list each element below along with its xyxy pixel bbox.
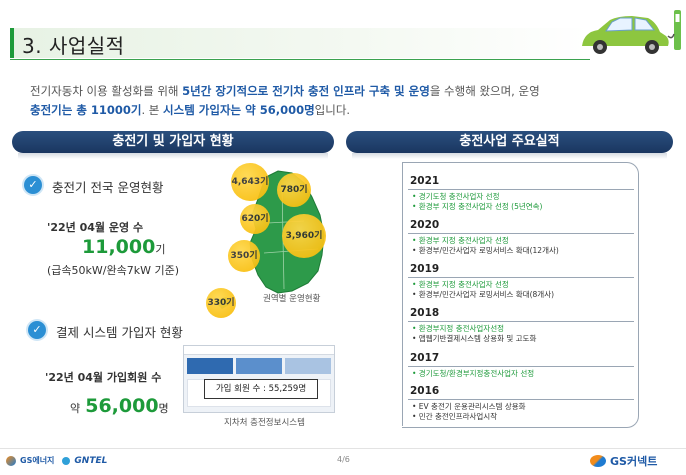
- screenshot-block: [187, 358, 233, 374]
- timeline-rail: [402, 162, 403, 426]
- region-bubble: 3,960기: [282, 214, 326, 258]
- page-title: 3. 사업실적: [22, 34, 125, 58]
- timeline-item: • 앱웹기반결제시스템 상용화 및 고도화: [412, 334, 537, 343]
- region-bubble: 330기: [206, 288, 236, 318]
- intro-text-1: 전기자동차 이용 활성화를 위해: [30, 84, 183, 98]
- charger-count-unit: 기: [155, 243, 166, 256]
- gntel-logo: GNTEL: [74, 455, 108, 466]
- member-date-label: '22년 04월 가입회원 수: [45, 371, 162, 384]
- gs-logo-icon: [6, 455, 16, 466]
- screenshot-block: [285, 358, 331, 374]
- timeline-item: • 환경부/민간사업자 로밍서비스 확대(8개사): [412, 290, 555, 299]
- footer-logos-left: GS에너지 GNTEL: [6, 455, 107, 466]
- ev-car-charging-icon: [582, 10, 681, 54]
- timeline-item: • EV 충전기 운용관리시스템 상용화: [412, 402, 526, 411]
- section-title-members: 결제 시스템 가입자 현황: [56, 325, 183, 340]
- section-title-chargers: 충전기 전국 운영현황: [52, 180, 164, 195]
- member-count-value: 56,000: [85, 395, 159, 417]
- screenshot-caption: 지차처 충전정보시스템: [224, 418, 305, 428]
- region-bubble: 350기: [228, 240, 260, 272]
- footer-divider: [0, 448, 686, 449]
- timeline-item: • 경기도청 충전사업자 선정: [412, 192, 500, 201]
- screenshot-panels: [184, 355, 334, 377]
- region-bubble: 620기: [240, 204, 270, 234]
- intro-text-3: . 본: [141, 103, 164, 117]
- panel-heading-achievements: 충전사업 주요실적: [346, 131, 673, 153]
- timeline-year-divider: [408, 189, 634, 190]
- timeline-year-divider: [408, 321, 634, 322]
- timeline-year: 2020: [410, 219, 440, 231]
- intro-text-4: 입니다.: [314, 103, 351, 117]
- member-count: 약 56,000명: [70, 395, 169, 417]
- timeline-year-divider: [408, 399, 634, 400]
- timeline-item: • 환경부 지정 충전사업자 선정: [412, 280, 509, 289]
- panel-heading-shadow: [352, 153, 667, 159]
- timeline-year-divider: [408, 233, 634, 234]
- timeline-item: • 경기도청/환경부지정충전사업자 선정: [412, 369, 535, 378]
- timeline-year: 2021: [410, 175, 440, 187]
- title-accent-mark: [10, 28, 14, 58]
- intro-highlight-2: 충전기는 총 11000기: [30, 103, 142, 117]
- panel-heading-status: 충전기 및 가입자 현황: [12, 131, 334, 153]
- timeline-year: 2017: [410, 352, 440, 364]
- page-number: 4/6: [337, 455, 350, 464]
- charger-count-value: 11,000: [82, 236, 156, 258]
- footer-logo-right: GS커넥트: [590, 453, 657, 469]
- timeline-item: • 환경부/민간사업자 로밍서비스 확대(12개사): [412, 246, 559, 255]
- timeline-item: • 환경부지정 충전사업자선정: [412, 324, 504, 333]
- timeline-item: • 민간 충전인프라사업시작: [412, 412, 498, 421]
- member-count-prefix: 약: [70, 402, 81, 415]
- charger-date-label: '22년 04월 운영 수: [47, 221, 144, 234]
- intro-paragraph: 전기자동차 이용 활성화를 위해 5년간 장기적으로 전기차 충전 인프라 구축…: [30, 82, 670, 120]
- title-underline: [10, 59, 590, 60]
- charger-count: 11,000기: [82, 236, 165, 258]
- intro-highlight-3: 시스템 가입자는 약 56,000명: [163, 103, 315, 117]
- screenshot-block: [236, 358, 282, 374]
- gs-logo-icon: [590, 455, 606, 467]
- intro-highlight-1: 5년간 장기적으로 전기차 충전 인프라 구축 및 운영: [182, 84, 430, 98]
- timeline-year-divider: [408, 277, 634, 278]
- region-bubble: 780기: [277, 173, 311, 207]
- member-count-unit: 명: [158, 402, 169, 415]
- timeline-year: 2018: [410, 307, 440, 319]
- checkmark-icon: ✓: [28, 321, 46, 339]
- timeline-year: 2016: [410, 385, 440, 397]
- member-count-popup: 가입 회원 수 : 55,259명: [204, 379, 318, 399]
- gs-connect-logo: GS커넥트: [610, 455, 658, 468]
- gs-energy-logo: GS에너지: [20, 456, 55, 465]
- timeline-year-divider: [408, 366, 634, 367]
- timeline-year: 2019: [410, 263, 440, 275]
- timeline-item: • 환경부 지정 충전사업자 선정 (5년연속): [412, 202, 543, 211]
- map-caption: 권역별 운영현황: [263, 294, 321, 304]
- checkmark-icon: ✓: [24, 176, 42, 194]
- screenshot-topbar: [184, 346, 334, 355]
- timeline-item: • 환경부 지정 충전사업자 선정: [412, 236, 509, 245]
- gntel-logo-icon: [62, 456, 71, 465]
- charger-note: (급속50kW/완속7kW 기준): [47, 264, 179, 277]
- panel-heading-shadow: [18, 153, 328, 159]
- intro-text-2: 을 수행해 왔으며, 운영: [429, 84, 540, 98]
- region-bubble: 4,643기: [231, 163, 269, 201]
